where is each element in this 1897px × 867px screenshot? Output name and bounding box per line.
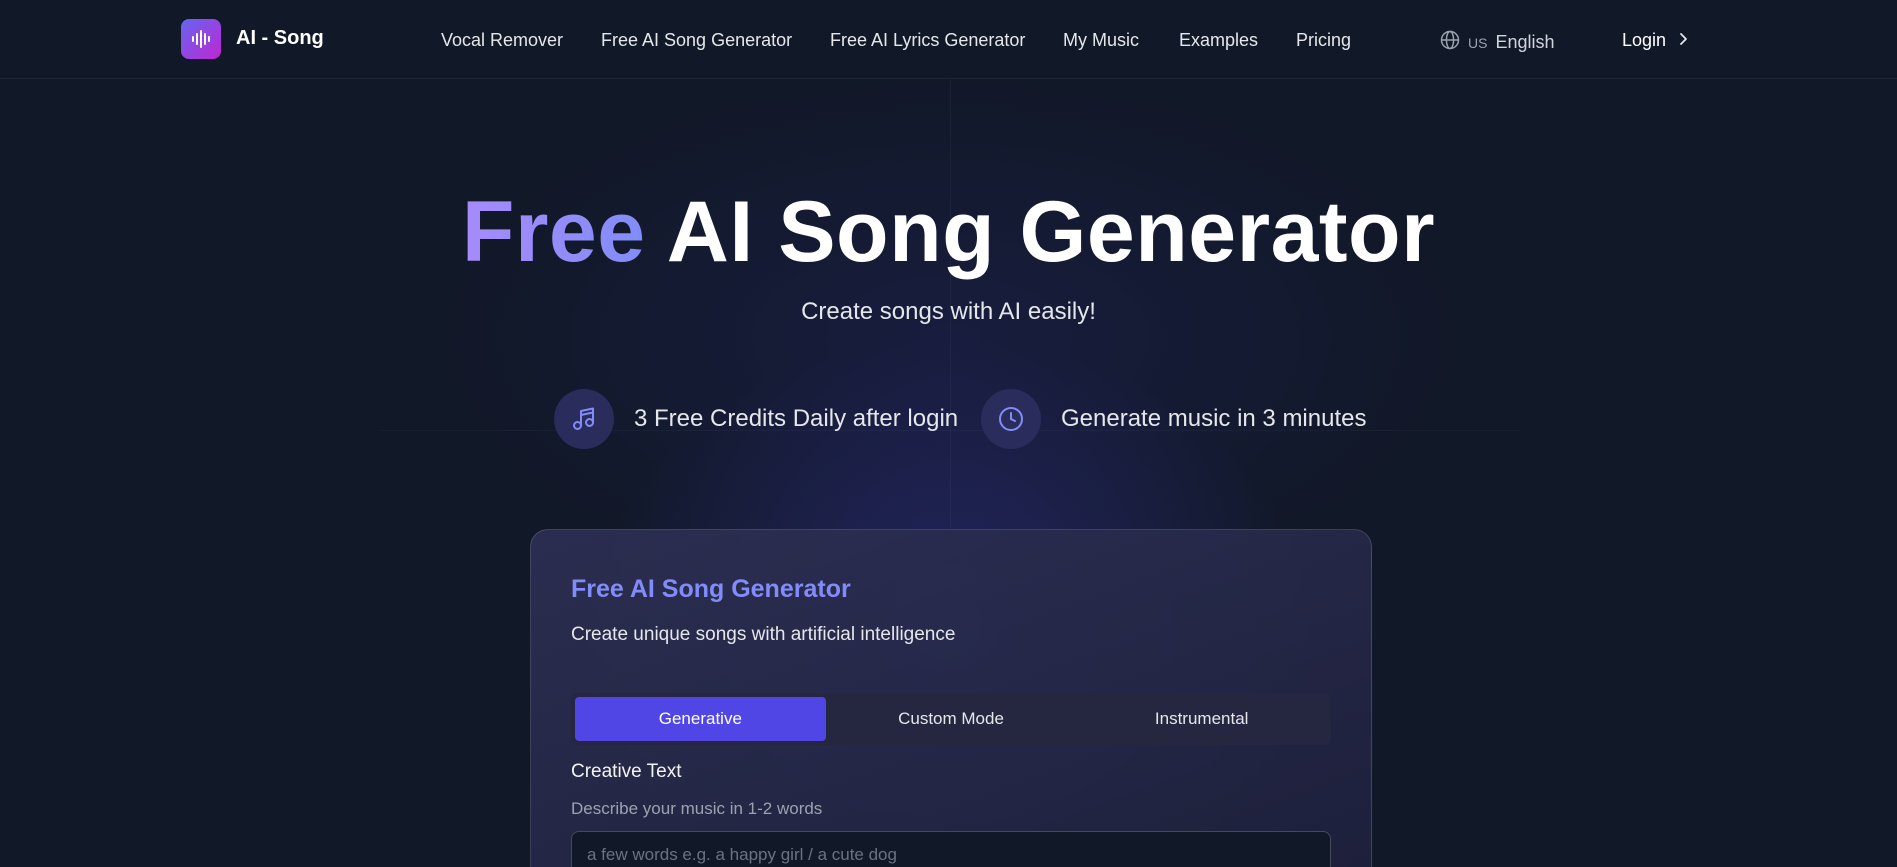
feature-text: 3 Free Credits Daily after login — [634, 405, 959, 432]
brand-name[interactable]: AI - Song — [236, 27, 324, 50]
nav-my-music[interactable]: My Music — [1063, 30, 1139, 51]
clock-icon — [981, 389, 1041, 449]
site-header: AI - Song Vocal Remover Free AI Song Gen… — [0, 0, 1897, 79]
nav-examples[interactable]: Examples — [1179, 30, 1258, 51]
card-subtitle: Create unique songs with artificial inte… — [571, 624, 956, 645]
logo-waveform-icon[interactable] — [181, 19, 221, 59]
language-selector[interactable]: US English — [1440, 30, 1555, 55]
page-title-rest: AI Song Generator — [666, 184, 1436, 280]
page-subtitle: Create songs with AI easily! — [801, 298, 1096, 325]
feature-text: Generate music in 3 minutes — [1061, 405, 1367, 432]
globe-icon — [1440, 30, 1460, 55]
song-generator-card: Free AI Song Generator Create unique son… — [530, 529, 1372, 867]
creative-text-hint: Describe your music in 1-2 words — [571, 799, 823, 818]
nav-free-ai-song-generator[interactable]: Free AI Song Generator — [601, 30, 792, 51]
language-flag: US — [1468, 34, 1488, 51]
feature-free-credits: 3 Free Credits Daily after login — [554, 389, 958, 449]
creative-text-input[interactable] — [571, 831, 1331, 867]
creative-text-label: Creative Text — [571, 761, 682, 782]
login-label: Login — [1622, 30, 1667, 50]
tab-custom-mode[interactable]: Custom Mode — [826, 697, 1077, 741]
mode-tabs: Generative Custom Mode Instrumental — [571, 693, 1331, 745]
tab-instrumental[interactable]: Instrumental — [1076, 697, 1327, 741]
music-note-icon — [554, 389, 614, 449]
tab-generative[interactable]: Generative — [575, 697, 826, 741]
page-title-accent: Free — [461, 184, 646, 280]
page-title: Free AI Song Generator — [0, 183, 1897, 282]
login-button[interactable]: Login — [1622, 30, 1688, 51]
nav-pricing[interactable]: Pricing — [1296, 30, 1351, 51]
card-title: Free AI Song Generator — [571, 575, 851, 603]
nav-free-ai-lyrics-generator[interactable]: Free AI Lyrics Generator — [830, 30, 1025, 51]
language-label: English — [1495, 32, 1555, 52]
feature-generate-time: Generate music in 3 minutes — [981, 389, 1366, 449]
chevron-right-icon — [1678, 30, 1688, 51]
nav-vocal-remover[interactable]: Vocal Remover — [441, 30, 563, 51]
